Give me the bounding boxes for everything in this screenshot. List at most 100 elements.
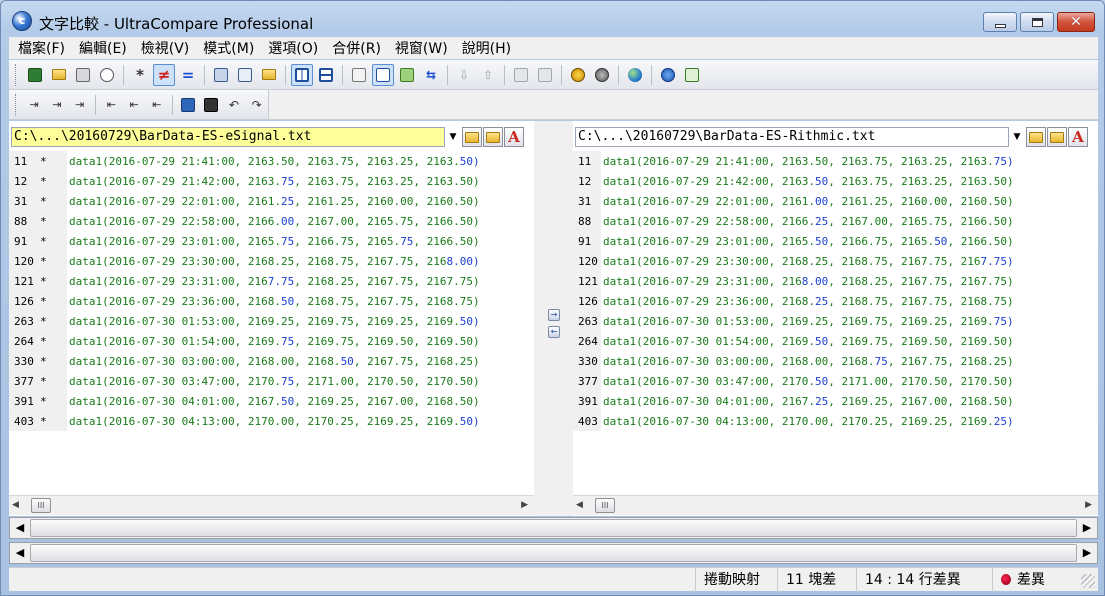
minimize-button[interactable]	[983, 12, 1017, 32]
scroll-track[interactable]	[30, 544, 1077, 562]
hex-compare-button[interactable]	[234, 64, 256, 86]
detail-scrollbar[interactable]: ◀ ▶	[9, 542, 1098, 564]
right-font-button[interactable]: A	[1068, 127, 1088, 147]
compare-line[interactable]: 330 * data1(2016-07-30 03:00:00, 2168.00, …	[9, 351, 534, 371]
menu-window[interactable]: 視窗(W)	[388, 38, 455, 58]
open-button[interactable]	[48, 64, 70, 86]
scroll-right-icon[interactable]: ▶	[521, 500, 528, 510]
right-path-dropdown[interactable]: ▼	[1009, 127, 1025, 147]
scroll-track[interactable]	[30, 519, 1077, 537]
compare-line[interactable]: 120 * data1(2016-07-29 23:30:00, 2168.25, …	[9, 251, 534, 271]
compare-line[interactable]: 121 data1(2016-07-29 23:31:00, 2168.00, 2…	[573, 271, 1098, 291]
compare-line[interactable]: 403 data1(2016-07-30 04:13:00, 2170.00, 2…	[573, 411, 1098, 431]
scroll-sync-status[interactable]: 捲動映射	[695, 568, 777, 592]
next-diff-button[interactable]: ⇩	[453, 64, 475, 86]
scroll-right-icon[interactable]: ▶	[1077, 518, 1097, 538]
compare-line[interactable]: 11 * data1(2016-07-29 21:41:00, 2163.50, 2…	[9, 151, 534, 171]
show-all-button[interactable]: *	[129, 64, 151, 86]
redo-button[interactable]: ↷	[246, 94, 267, 116]
compare-line[interactable]: 126 data1(2016-07-29 23:36:00, 2168.25, 2…	[573, 291, 1098, 311]
vertical-split-button[interactable]	[291, 63, 313, 86]
toolbar-grip[interactable]	[15, 63, 18, 86]
print-button[interactable]	[72, 64, 94, 86]
scroll-right-icon[interactable]: ▶	[1077, 543, 1097, 563]
compare-line[interactable]: 88 data1(2016-07-29 22:58:00, 2166.25, 21…	[573, 211, 1098, 231]
compare-line[interactable]: 377 data1(2016-07-30 03:47:00, 2170.50, 2…	[573, 371, 1098, 391]
scroll-left-icon[interactable]: ◀	[10, 518, 30, 538]
info-button[interactable]	[657, 64, 679, 86]
close-button[interactable]: ✕	[1057, 12, 1095, 32]
show-differences-button[interactable]: ≠	[153, 63, 175, 86]
left-open-button[interactable]	[462, 127, 482, 147]
merge-all-left-button[interactable]	[510, 64, 532, 86]
undo-button[interactable]: ↶	[224, 94, 245, 116]
print-preview-button[interactable]	[96, 64, 118, 86]
merge-all-right-button[interactable]	[534, 64, 556, 86]
merge-to-right-button[interactable]: →	[548, 309, 560, 321]
right-lines[interactable]: 11 data1(2016-07-29 21:41:00, 2163.50, 21…	[573, 151, 1098, 431]
compare-line[interactable]: 120 data1(2016-07-29 23:30:00, 2168.25, 2…	[573, 251, 1098, 271]
compare-line[interactable]: 121 * data1(2016-07-29 23:31:00, 2167.75, …	[9, 271, 534, 291]
menu-mode[interactable]: 模式(M)	[196, 38, 261, 58]
options-button[interactable]	[372, 63, 394, 86]
compare-line[interactable]: 391 data1(2016-07-30 04:01:00, 2167.25, 2…	[573, 391, 1098, 411]
compare-line[interactable]: 263 data1(2016-07-30 01:53:00, 2169.25, 2…	[573, 311, 1098, 331]
compare-line[interactable]: 91 data1(2016-07-29 23:01:00, 2165.50, 21…	[573, 231, 1098, 251]
scroll-right-icon[interactable]: ▶	[1085, 500, 1092, 510]
compare-line[interactable]: 264 data1(2016-07-30 01:54:00, 2169.50, 2…	[573, 331, 1098, 351]
compare-line[interactable]: 330 data1(2016-07-30 03:00:00, 2168.00, 2…	[573, 351, 1098, 371]
right-browse-button[interactable]	[1047, 127, 1067, 147]
menu-view[interactable]: 檢視(V)	[134, 38, 197, 58]
folder-compare-button[interactable]	[258, 64, 280, 86]
stop-button[interactable]	[591, 64, 613, 86]
left-file-path[interactable]: C:\...\20160729\BarData-ES-eSignal.txt	[11, 127, 445, 147]
save-small-button[interactable]	[201, 94, 222, 116]
delete-right-button[interactable]: ⇤	[146, 94, 167, 116]
compare-line[interactable]: 377 * data1(2016-07-30 03:47:00, 2170.75, …	[9, 371, 534, 391]
menu-help[interactable]: 說明(H)	[455, 38, 518, 58]
menu-edit[interactable]: 編輯(E)	[72, 38, 134, 58]
compare-line[interactable]: 391 * data1(2016-07-30 04:01:00, 2167.50, …	[9, 391, 534, 411]
scroll-thumb[interactable]: III	[595, 498, 615, 513]
compare-line[interactable]: 11 data1(2016-07-29 21:41:00, 2163.50, 21…	[573, 151, 1098, 171]
delete-left-button[interactable]: ⇤	[101, 94, 122, 116]
delete-both-button[interactable]: ⇤	[124, 94, 145, 116]
left-lines[interactable]: 11 * data1(2016-07-29 21:41:00, 2163.50, 2…	[9, 151, 534, 431]
menu-options[interactable]: 選項(O)	[261, 38, 325, 58]
title-bar[interactable]: c 文字比較 - UltraCompare Professional ✕	[1, 1, 1104, 35]
scroll-left-icon[interactable]: ◀	[576, 500, 583, 510]
maximize-button[interactable]	[1020, 12, 1054, 32]
insert-right-button[interactable]: ⇥	[69, 94, 90, 116]
left-browse-button[interactable]	[483, 127, 503, 147]
menu-file[interactable]: 檔案(F)	[11, 38, 72, 58]
right-horizontal-scrollbar[interactable]: ◀ III ▶	[573, 495, 1098, 515]
web-button[interactable]	[624, 64, 646, 86]
compare-line[interactable]: 88 * data1(2016-07-29 22:58:00, 2166.00, 2…	[9, 211, 534, 231]
show-matches-button[interactable]: =	[177, 64, 199, 86]
save-button[interactable]	[24, 64, 46, 86]
refresh-button[interactable]	[681, 64, 703, 86]
compare-line[interactable]: 263 * data1(2016-07-30 01:53:00, 2169.25, …	[9, 311, 534, 331]
resize-grip[interactable]	[1081, 574, 1095, 588]
swap-button[interactable]: ⇆	[420, 64, 442, 86]
compare-line[interactable]: 91 * data1(2016-07-29 23:01:00, 2165.75, 2…	[9, 231, 534, 251]
insert-left-button[interactable]: ⇥	[24, 94, 45, 116]
toolbar-grip[interactable]	[15, 93, 18, 116]
scroll-left-icon[interactable]: ◀	[10, 543, 30, 563]
prev-diff-button[interactable]: ⇧	[477, 64, 499, 86]
compare-line[interactable]: 264 * data1(2016-07-30 01:54:00, 2169.75, …	[9, 331, 534, 351]
insert-both-button[interactable]: ⇥	[47, 94, 68, 116]
left-path-dropdown[interactable]: ▼	[445, 127, 461, 147]
menu-merge[interactable]: 合併(R)	[325, 38, 388, 58]
left-horizontal-scrollbar[interactable]: ◀ III ▶	[9, 495, 534, 515]
compare-line[interactable]: 126 * data1(2016-07-29 23:36:00, 2168.50, …	[9, 291, 534, 311]
save-as-button[interactable]	[178, 94, 199, 116]
scroll-thumb[interactable]: III	[31, 498, 51, 513]
compare-line[interactable]: 403 * data1(2016-07-30 04:13:00, 2170.00, …	[9, 411, 534, 431]
recompare-button[interactable]	[567, 64, 589, 86]
horizontal-split-button[interactable]	[315, 64, 337, 86]
merge-button[interactable]	[396, 64, 418, 86]
report-button[interactable]	[348, 64, 370, 86]
compare-line[interactable]: 31 * data1(2016-07-29 22:01:00, 2161.25, 2…	[9, 191, 534, 211]
merge-output-scrollbar[interactable]: ◀ ▶	[9, 517, 1098, 539]
